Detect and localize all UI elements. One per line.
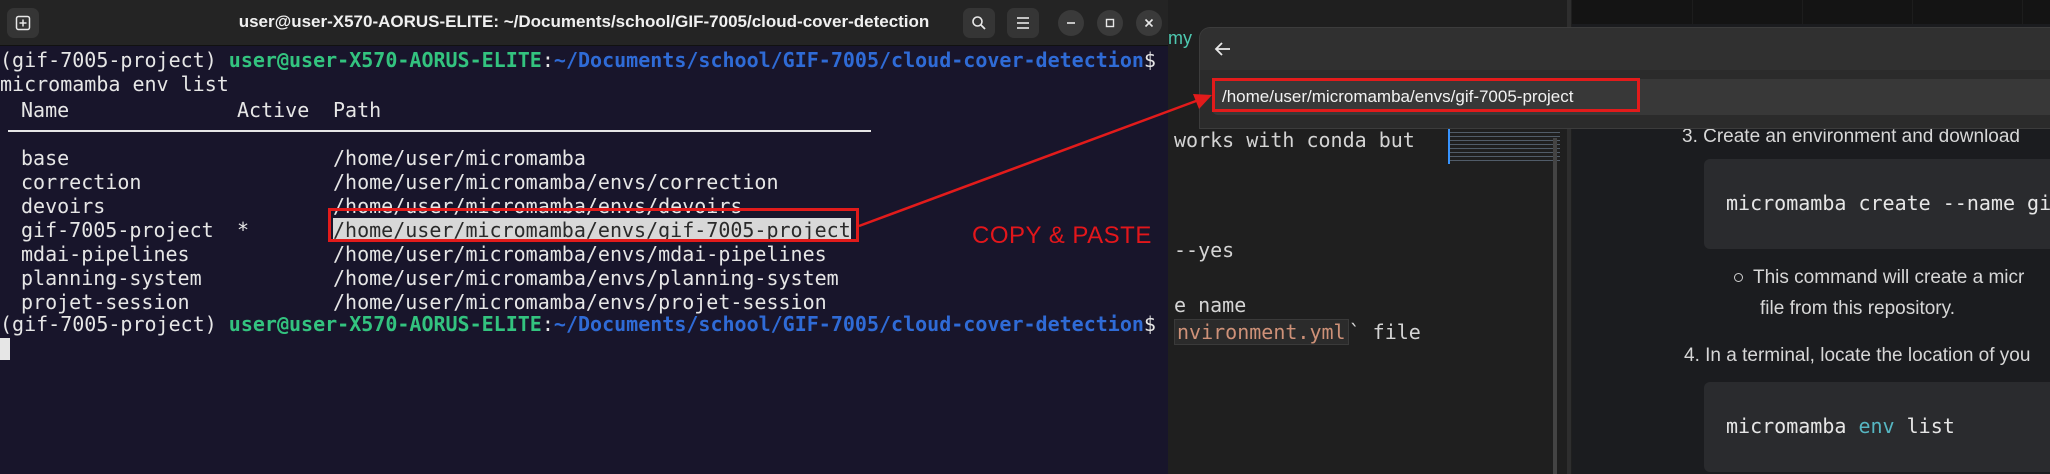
editor-line: nvironment.yml ` file [1174, 319, 1421, 345]
back-arrow-icon[interactable] [1212, 38, 1234, 60]
code-block-create: micromamba create --name gi [1704, 159, 2050, 249]
command-line: micromamba env list [0, 72, 229, 96]
env-path: /home/user/micromamba/envs/planning-syst… [333, 266, 839, 290]
env-active-marker: * [237, 218, 250, 242]
chooser-header [1200, 28, 2050, 70]
env-path: /home/user/micromamba/envs/correction [333, 170, 779, 194]
step-3-text: 3. Create an environment and download [1682, 126, 2021, 147]
menu-button[interactable] [1007, 8, 1039, 38]
hamburger-icon [1017, 17, 1029, 29]
bullet-text: This command will create a micr [1734, 267, 2024, 289]
bullet-icon [1734, 273, 1743, 283]
env-name: projet-session [21, 290, 190, 314]
step-4-text: 4. In a terminal, locate the location of… [1684, 345, 2031, 366]
editor-line: --yes [1174, 238, 1235, 262]
env-name: base [21, 146, 70, 170]
prompt-line: (gif-7005-project) user@user-X570-AORUS-… [0, 48, 1156, 72]
minimize-icon [1067, 22, 1075, 24]
editor-line: works with conda but [1174, 128, 1415, 152]
search-icon [972, 16, 986, 30]
minimize-button[interactable] [1058, 10, 1084, 36]
header-name: Name [21, 98, 70, 122]
env-name: mdai-pipelines [21, 242, 190, 266]
header-rule [8, 130, 871, 132]
close-icon [1144, 18, 1154, 28]
bullet-text-continued: file from this repository. [1760, 298, 1955, 319]
code-env-list: micromamba env list [1726, 414, 1955, 438]
editor-minimap[interactable] [1450, 128, 1560, 164]
search-button[interactable] [963, 8, 995, 38]
env-path: /home/user/micromamba/envs/mdai-pipeline… [333, 242, 827, 266]
editor-line: e name [1174, 293, 1247, 317]
prompt-line: (gif-7005-project) user@user-X570-AORUS-… [0, 312, 1156, 336]
env-name: planning-system [21, 266, 202, 290]
highlight-box-location [1212, 78, 1640, 112]
maximize-icon [1105, 18, 1115, 28]
code-block-env-list: micromamba env list [1704, 382, 2050, 472]
header-path: Path [333, 98, 382, 122]
editor-tab-fragment: my [1168, 28, 1192, 48]
highlight-box-terminal [328, 208, 859, 242]
editor-scrollbar[interactable] [1553, 138, 1557, 474]
terminal-cursor [0, 338, 10, 360]
browser-top-strip [1572, 0, 2050, 24]
terminal-output[interactable]: (gif-7005-project) user@user-X570-AORUS-… [0, 48, 1168, 474]
env-path: /home/user/micromamba/envs/projet-sessio… [333, 290, 827, 314]
header-active: Active [237, 98, 310, 122]
minimap-marker [1448, 128, 1450, 164]
env-path: /home/user/micromamba [333, 146, 586, 170]
env-name: devoirs [21, 194, 106, 218]
editor-line-rest: ` file [1348, 320, 1421, 344]
editor-string: nvironment.yml [1174, 319, 1349, 345]
close-button[interactable] [1136, 10, 1162, 36]
maximize-button[interactable] [1097, 10, 1123, 36]
env-name: correction [21, 170, 142, 194]
env-name: gif-7005-project [21, 218, 214, 242]
copy-paste-label: COPY & PASTE [972, 222, 1152, 249]
terminal-titlebar[interactable]: user@user-X570-AORUS-ELITE: ~/Documents/… [0, 0, 1168, 46]
code-create: micromamba create --name gi [1726, 191, 2050, 215]
